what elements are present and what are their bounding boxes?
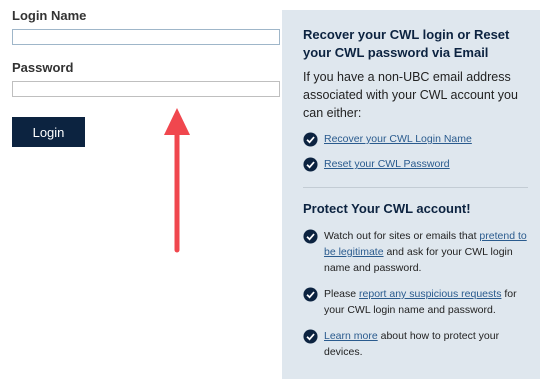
divider [303, 187, 528, 188]
protect-text-1: Watch out for sites or emails that prete… [324, 230, 527, 274]
recover-title: Recover your CWL login or Reset your CWL… [303, 27, 510, 60]
recover-login-item: Recover your CWL Login Name [303, 131, 528, 147]
recover-intro: If you have a non-UBC email address asso… [303, 70, 518, 120]
reset-password-link[interactable]: Reset your CWL Password [324, 156, 450, 172]
check-circle-icon [303, 229, 318, 244]
report-suspicious-link[interactable]: report any suspicious requests [359, 288, 501, 300]
check-circle-icon [303, 329, 318, 344]
protect-text-3: Learn more about how to protect your dev… [324, 330, 500, 358]
protect-item-learn: Learn more about how to protect your dev… [303, 328, 528, 360]
protect-text-2: Please report any suspicious requests fo… [324, 288, 517, 316]
protect-title: Protect Your CWL account! [303, 201, 471, 216]
learn-more-link[interactable]: Learn more [324, 330, 378, 342]
protect-item-report: Please report any suspicious requests fo… [303, 286, 528, 318]
check-circle-icon [303, 287, 318, 302]
protect-item-phishing: Watch out for sites or emails that prete… [303, 228, 528, 276]
reset-password-item: Reset your CWL Password [303, 156, 528, 172]
recover-login-name-link[interactable]: Recover your CWL Login Name [324, 131, 472, 147]
help-panel: Recover your CWL login or Reset your CWL… [282, 10, 540, 379]
check-circle-icon [303, 132, 318, 147]
check-circle-icon [303, 157, 318, 172]
